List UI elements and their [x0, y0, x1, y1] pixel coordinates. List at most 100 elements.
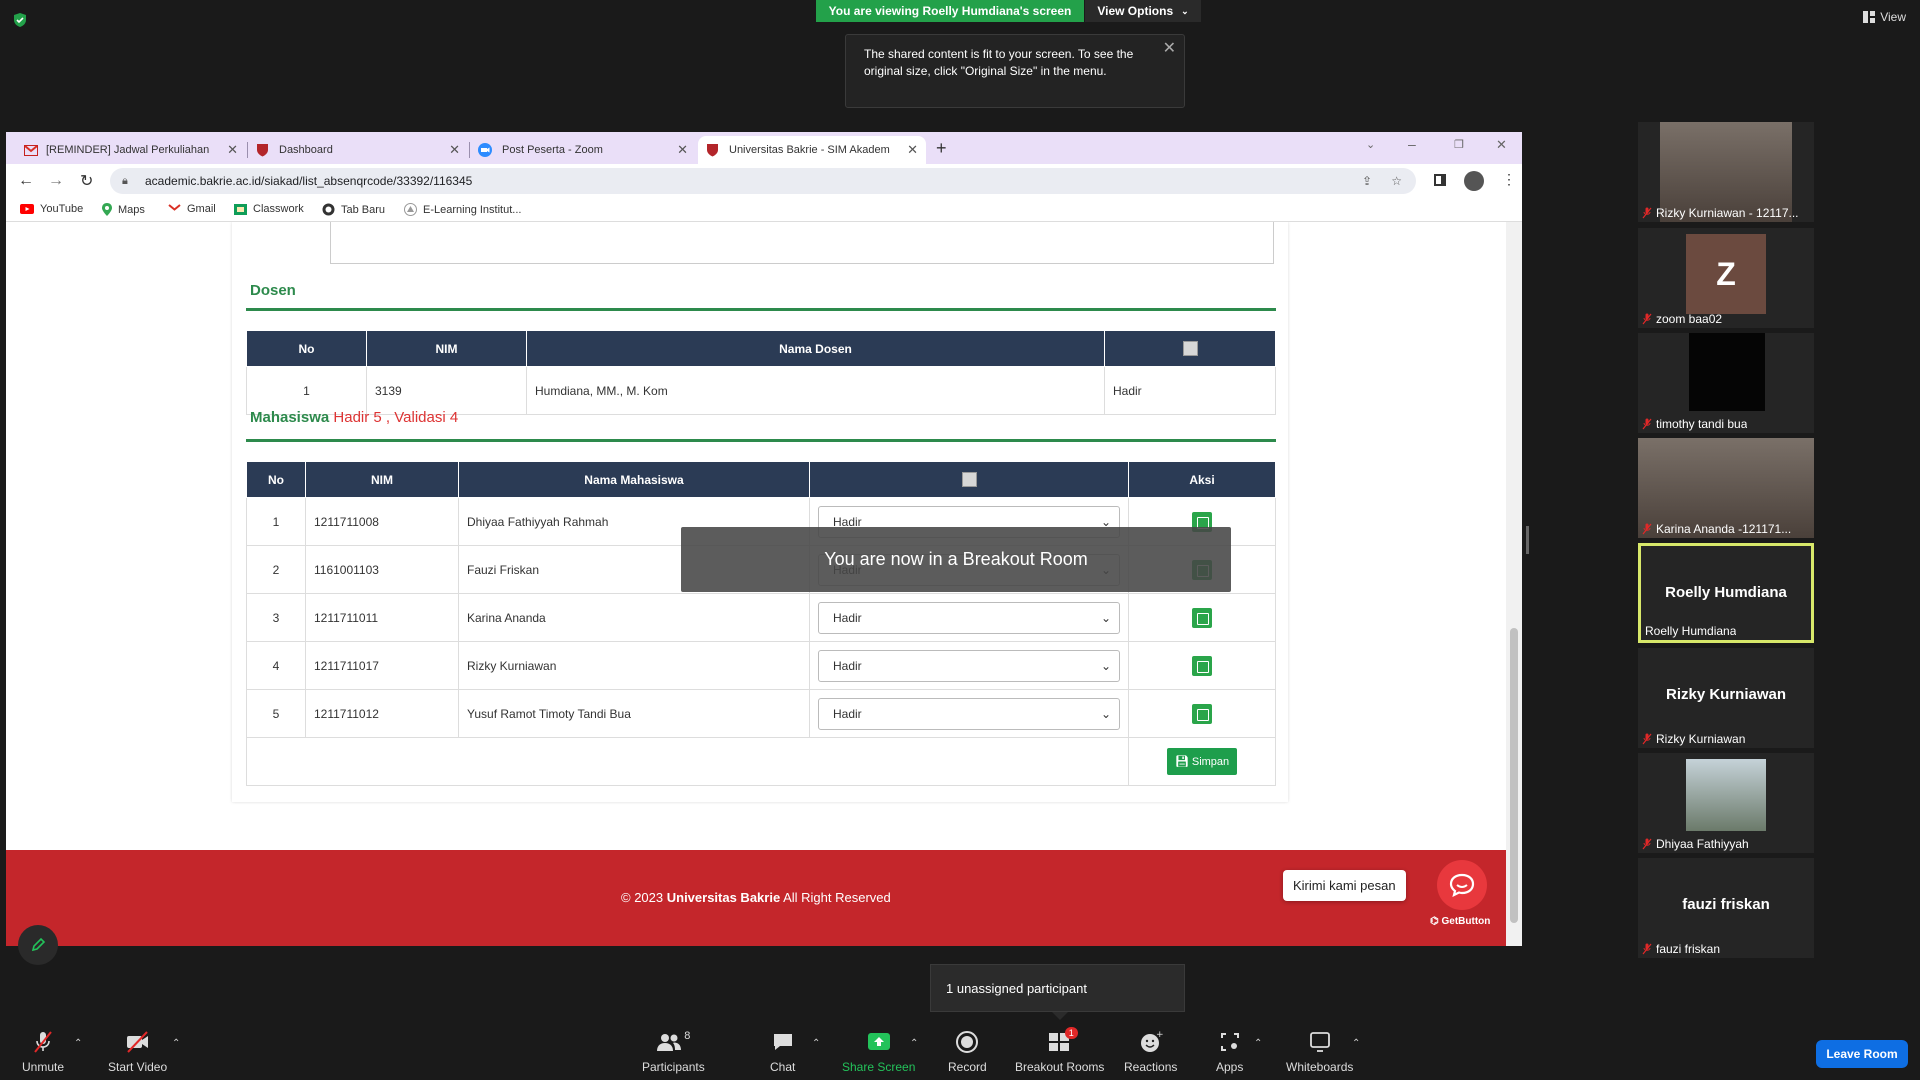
breakout-rooms-button[interactable]: 1 Breakout Rooms [1015, 1027, 1105, 1074]
bookmark-gmail[interactable]: Gmail [168, 203, 216, 215]
chat-widget-button[interactable] [1437, 860, 1487, 910]
apps-options-caret[interactable]: ⌃ [1254, 1038, 1262, 1049]
record-button[interactable]: Record [948, 1030, 987, 1074]
close-icon[interactable]: ✕ [1163, 40, 1176, 57]
status-select[interactable]: Hadir⌄ [818, 601, 1120, 634]
view-menu-button[interactable]: View [1863, 10, 1906, 24]
microphone-muted-icon [1642, 943, 1652, 955]
browser-tab[interactable]: [REMINDER] Jadwal Perkuliahan ✕ [16, 136, 246, 164]
page-footer: © 2023 Universitas Bakrie All Right Rese… [6, 850, 1506, 946]
share-screen-label: Share Screen [842, 1060, 916, 1074]
browser-tab[interactable]: Post Peserta - Zoom ✕ [470, 136, 696, 164]
close-tab-icon[interactable]: ✕ [449, 142, 460, 158]
profile-avatar[interactable] [1464, 171, 1484, 191]
chat-options-caret[interactable]: ⌃ [812, 1038, 820, 1049]
annotate-pencil-button[interactable] [18, 925, 58, 965]
participant-tile[interactable]: Karina Ananda -121171... [1638, 438, 1814, 538]
zoom-icon [478, 143, 492, 157]
close-window-icon[interactable]: ✕ [1496, 137, 1507, 153]
chat-button[interactable]: Chat [770, 1030, 795, 1074]
close-tab-icon[interactable]: ✕ [677, 142, 688, 158]
chat-label: Chat [770, 1060, 796, 1074]
participant-tile[interactable]: Rizky Kurniawan - 12117... [1638, 122, 1814, 222]
minimize-icon[interactable]: – [1408, 136, 1416, 152]
bookmark-elearning[interactable]: E-Learning Institut... [404, 203, 521, 216]
attendance-card: Dosen No NIM Nama Dosen 1 3139 Humdiana,… [232, 222, 1288, 802]
lock-icon: 🔒︎ [122, 175, 128, 187]
participant-tile[interactable]: Rizky Kurniawan Rizky Kurniawan [1638, 648, 1814, 748]
tab-label: Universitas Bakrie - SIM Akadem [729, 144, 890, 156]
save-row-button[interactable] [1192, 655, 1212, 676]
chevron-down-icon: ⌄ [1181, 5, 1189, 16]
view-options-button[interactable]: View Options ⌄ [1085, 0, 1201, 22]
new-tab-icon[interactable]: + [936, 138, 947, 159]
status-select[interactable]: Hadir⌄ [818, 697, 1120, 730]
bookmark-star-icon[interactable]: ☆ [1391, 168, 1402, 194]
breakout-rooms-label: Breakout Rooms [1015, 1060, 1105, 1074]
notes-textarea[interactable] [330, 222, 1274, 264]
bookmark-tab-baru[interactable]: Tab Baru [322, 203, 385, 216]
close-tab-icon[interactable]: ✕ [227, 142, 238, 158]
save-row-button[interactable] [1192, 703, 1212, 724]
reactions-button[interactable]: + Reactions [1124, 1030, 1177, 1074]
microphone-muted-icon [1642, 733, 1652, 745]
share-options-caret[interactable]: ⌃ [910, 1038, 918, 1049]
browser-tab-active[interactable]: Universitas Bakrie - SIM Akadem ✕ [698, 136, 926, 164]
tooltip-arrow [1052, 1012, 1068, 1020]
restore-icon[interactable]: ❐ [1454, 138, 1464, 151]
share-screen-button[interactable]: Share Screen [842, 1030, 915, 1074]
save-row-button[interactable] [1192, 607, 1212, 628]
table-footer-row: 💾︎ Simpan [246, 737, 1276, 786]
unmute-button[interactable]: Unmute [22, 1030, 64, 1074]
more-menu-icon[interactable]: ⋮ [1502, 171, 1516, 188]
whiteboard-options-caret[interactable]: ⌃ [1352, 1038, 1360, 1049]
participant-tile[interactable]: fauzi friskan fauzi friskan [1638, 858, 1814, 958]
bookmark-classwork[interactable]: Classwork [234, 203, 304, 215]
participants-button[interactable]: 8 Participants [642, 1030, 705, 1074]
chat-prompt-bubble[interactable]: Kirimi kami pesan [1283, 870, 1406, 901]
participant-tile[interactable]: Zzoom baa02 [1638, 228, 1814, 328]
whiteboard-icon [1309, 1032, 1330, 1052]
participant-name-label: Rizky Kurniawan [1642, 732, 1745, 746]
simpan-button[interactable]: 💾︎ Simpan [1166, 748, 1238, 775]
audio-options-caret[interactable]: ⌃ [74, 1038, 82, 1049]
select-all-checkbox[interactable] [1182, 341, 1198, 357]
participant-name-label: zoom baa02 [1642, 312, 1722, 326]
start-video-button[interactable]: Start Video [108, 1030, 167, 1074]
url-bar[interactable]: 🔒︎ academic.bakrie.ac.id/siakad/list_abs… [110, 168, 1416, 194]
participant-tile[interactable]: timothy tandi bua [1638, 333, 1814, 433]
dosen-table: No NIM Nama Dosen 1 3139 Humdiana, MM., … [246, 330, 1276, 415]
col-nama-mahasiswa: Nama Mahasiswa [458, 461, 810, 498]
leave-room-button[interactable]: Leave Room [1816, 1040, 1908, 1068]
side-panel-icon[interactable] [1434, 174, 1446, 186]
select-all-checkbox[interactable] [961, 472, 977, 488]
apps-button[interactable]: Apps [1216, 1030, 1243, 1074]
status-select[interactable]: Hadir⌄ [818, 649, 1120, 682]
participant-tile[interactable]: Roelly Humdiana Roelly Humdiana [1638, 543, 1814, 643]
participant-tile[interactable]: Dhiyaa Fathiyyah [1638, 753, 1814, 853]
reload-icon[interactable]: ↻ [80, 171, 93, 191]
record-icon [956, 1031, 979, 1053]
security-shield-icon[interactable] [12, 12, 28, 28]
forward-icon[interactable]: → [48, 172, 64, 190]
participants-icon [657, 1034, 682, 1051]
svg-text:+: + [1156, 1030, 1163, 1040]
back-icon[interactable]: ← [18, 172, 34, 190]
bakrie-shield-icon [707, 144, 718, 157]
whiteboards-label: Whiteboards [1286, 1060, 1354, 1074]
whiteboards-button[interactable]: Whiteboards [1286, 1030, 1353, 1074]
browser-tab[interactable]: Dashboard ✕ [248, 136, 468, 164]
share-icon[interactable]: ⇪ [1362, 168, 1372, 194]
mahasiswa-title: Mahasiswa [250, 409, 330, 426]
scrollbar-thumb[interactable] [1510, 628, 1518, 923]
close-tab-icon[interactable]: ✕ [907, 142, 918, 158]
panel-resize-handle[interactable] [1526, 526, 1529, 554]
col-checkbox [1104, 330, 1276, 367]
tab-search-icon[interactable]: ⌄ [1366, 138, 1375, 151]
bookmark-maps[interactable]: Maps [102, 203, 145, 216]
video-options-caret[interactable]: ⌃ [172, 1038, 180, 1049]
bookmark-youtube[interactable]: YouTube [20, 203, 83, 215]
share-screen-icon [867, 1033, 890, 1050]
mahasiswa-heading: Mahasiswa Hadir 5 , Validasi 4 [250, 409, 459, 426]
page-scrollbar[interactable] [1506, 222, 1522, 946]
